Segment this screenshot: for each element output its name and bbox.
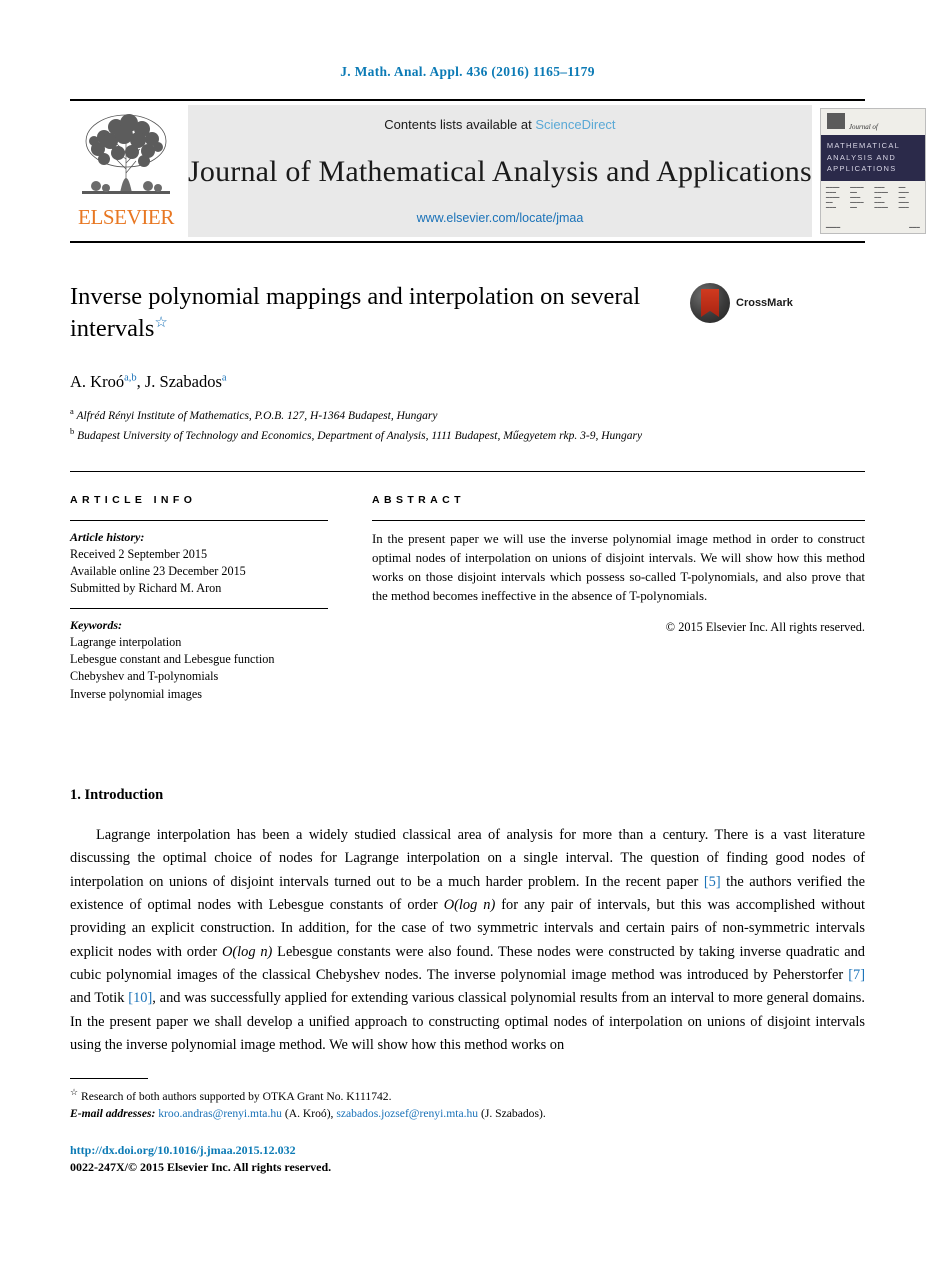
- article-content: Inverse polynomial mappings and interpol…: [70, 281, 865, 1057]
- crossmark-icon: [690, 283, 730, 323]
- footnote-grant-text: Research of both authors supported by OT…: [80, 1089, 392, 1103]
- journal-reference-line: J. Math. Anal. Appl. 436 (2016) 1165–117…: [340, 64, 595, 79]
- cover-elsevier-mark: [826, 113, 845, 129]
- citation-7[interactable]: [7]: [848, 967, 865, 983]
- info-divider-middle: [70, 607, 328, 609]
- footnote-star-icon: ☆: [70, 1087, 79, 1097]
- history-received: Received 2 September 2015: [70, 546, 208, 561]
- introduction-paragraph-1: Lagrange interpolation has been a widely…: [70, 824, 865, 1057]
- page-title: Inverse polynomial mappings and interpol…: [70, 281, 690, 346]
- keyword-item: Lagrange interpolation: [70, 634, 182, 649]
- section-heading-introduction: 1. Introduction: [70, 787, 164, 804]
- title-row: Inverse polynomial mappings and interpol…: [70, 281, 865, 346]
- footnote-divider: [70, 1078, 148, 1079]
- footnote-grant: ☆ Research of both authors supported by …: [70, 1086, 865, 1105]
- title-footnote-star-icon[interactable]: ☆: [154, 315, 167, 331]
- crossmark-label: CrossMark: [736, 297, 793, 309]
- keyword-item: Chebyshev and T-polynomials: [70, 669, 219, 684]
- footnote-emails: E-mail addresses: kroo.andras@renyi.mta.…: [70, 1105, 865, 1122]
- author-1-affiliation-marker: a,b: [124, 372, 137, 384]
- affiliation-a: a Alfréd Rényi Institute of Mathematics,…: [70, 405, 865, 425]
- math-expression-1: O(log n): [443, 897, 496, 914]
- cover-header: Journal of: [820, 109, 925, 135]
- email-addresses-label: E-mail addresses:: [70, 1107, 156, 1121]
- history-available-online: Available online 23 December 2015: [70, 564, 246, 579]
- article-history-label: Article history:: [70, 529, 145, 544]
- history-submitted-by: Submitted by Richard M. Aron: [70, 581, 222, 596]
- email-owner-kroo: (A. Kroó),: [284, 1107, 334, 1121]
- cover-footer: ▬▬▬▬ ▬▬▬: [826, 225, 920, 229]
- cover-journal-of-text: Journal of: [848, 123, 878, 131]
- info-divider-top: [70, 519, 328, 521]
- cover-title-band: MATHEMATICAL ANALYSIS AND APPLICATIONS: [820, 135, 925, 181]
- math-expression-2: O(log n): [221, 943, 273, 960]
- article-info-column: ARTICLE INFO Article history: Received 2…: [70, 494, 328, 703]
- crossmark-bookmark-shape: [701, 289, 719, 317]
- author-2-name[interactable]: , J. Szabados: [137, 372, 222, 391]
- cover-contents-text: ▬▬▬▬ ▬▬▬ ▬▬▬▬ ▬▬ ▬▬▬ ▬▬▬▬ ▬▬ ▬▬▬ ▬▬▬▬ ▬▬ ▬▬▬ ▬▬▬▬…: [825, 184, 909, 210]
- author-2-affiliation-marker: a: [221, 372, 227, 384]
- article-info-heading: ARTICLE INFO: [70, 493, 197, 506]
- footer-doi-block: http://dx.doi.org/10.1016/j.jmaa.2015.12…: [70, 1142, 331, 1177]
- abstract-divider: [372, 519, 865, 521]
- affiliation-b-marker: b: [70, 425, 75, 436]
- info-abstract-section: ARTICLE INFO Article history: Received 2…: [70, 470, 865, 703]
- par-seg-f: , and was successfully applied for exten…: [70, 990, 866, 1054]
- journal-banner: Contents lists available at ScienceDirec…: [188, 105, 812, 237]
- abstract-column: ABSTRACT In the present paper we will us…: [372, 494, 865, 703]
- affiliation-b-text: Budapest University of Technology and Ec…: [77, 429, 643, 442]
- paper-page: J. Math. Anal. Appl. 436 (2016) 1165–117…: [0, 0, 935, 1266]
- abstract-heading: ABSTRACT: [372, 493, 465, 506]
- journal-cover-thumbnail: Journal of MATHEMATICAL ANALYSIS AND APP…: [819, 108, 926, 234]
- doi-link[interactable]: http://dx.doi.org/10.1016/j.jmaa.2015.12…: [70, 1142, 331, 1159]
- abstract-text: In the present paper we will use the inv…: [372, 531, 865, 603]
- contents-prefix: Contents lists available at: [384, 117, 532, 132]
- par-seg-e: and Totik: [70, 990, 129, 1007]
- elsevier-wordmark: ELSEVIER: [78, 205, 174, 229]
- abstract-copyright: © 2015 Elsevier Inc. All rights reserved…: [665, 619, 865, 634]
- sciencedirect-link[interactable]: ScienceDirect: [535, 117, 615, 132]
- cover-band-line-1: MATHEMATICAL: [826, 141, 901, 150]
- email-link-szabados[interactable]: szabados.jozsef@renyi.mta.hu: [336, 1107, 478, 1120]
- keyword-item: Lebesgue constant and Lebesgue function: [70, 652, 275, 667]
- title-text: Inverse polynomial mappings and interpol…: [70, 283, 641, 343]
- citation-10[interactable]: [10]: [128, 990, 152, 1006]
- author-list: A. Kroóa,b, J. Szabadosa: [70, 372, 865, 392]
- issn-copyright-line: 0022-247X/© 2015 Elsevier Inc. All right…: [70, 1160, 332, 1175]
- email-owner-szabados: (J. Szabados).: [481, 1107, 546, 1121]
- author-1-name[interactable]: A. Kroó: [70, 372, 124, 391]
- cover-band-line-3: APPLICATIONS: [826, 164, 897, 174]
- journal-url-link[interactable]: www.elsevier.com/locate/jmaa: [417, 211, 584, 225]
- cover-band-line-2: ANALYSIS AND: [826, 152, 897, 162]
- cover-footer-left: ▬▬▬▬: [825, 225, 841, 229]
- keywords-label: Keywords:: [70, 617, 122, 632]
- affiliation-a-marker: a: [70, 405, 74, 416]
- citation-5[interactable]: [5]: [704, 874, 721, 890]
- crossmark-badge[interactable]: CrossMark: [690, 283, 793, 323]
- journal-title: Journal of Mathematical Analysis and App…: [188, 154, 812, 188]
- affiliation-a-text: Alfréd Rényi Institute of Mathematics, P…: [76, 409, 438, 422]
- email-link-kroo[interactable]: kroo.andras@renyi.mta.hu: [158, 1107, 282, 1120]
- affiliations: a Alfréd Rényi Institute of Mathematics,…: [70, 405, 865, 445]
- elsevier-tree-icon: [74, 107, 178, 211]
- footnote-block: ☆ Research of both authors supported by …: [70, 1078, 865, 1123]
- contents-available-line: Contents lists available at ScienceDirec…: [384, 117, 615, 132]
- journal-masthead: ELSEVIER Contents lists available at Sci…: [70, 99, 926, 243]
- affiliation-b: b Budapest University of Technology and …: [70, 425, 865, 445]
- elsevier-logo: ELSEVIER: [70, 105, 182, 237]
- cover-footer-right: ▬▬▬: [909, 225, 920, 229]
- keyword-item: Inverse polynomial images: [70, 686, 202, 701]
